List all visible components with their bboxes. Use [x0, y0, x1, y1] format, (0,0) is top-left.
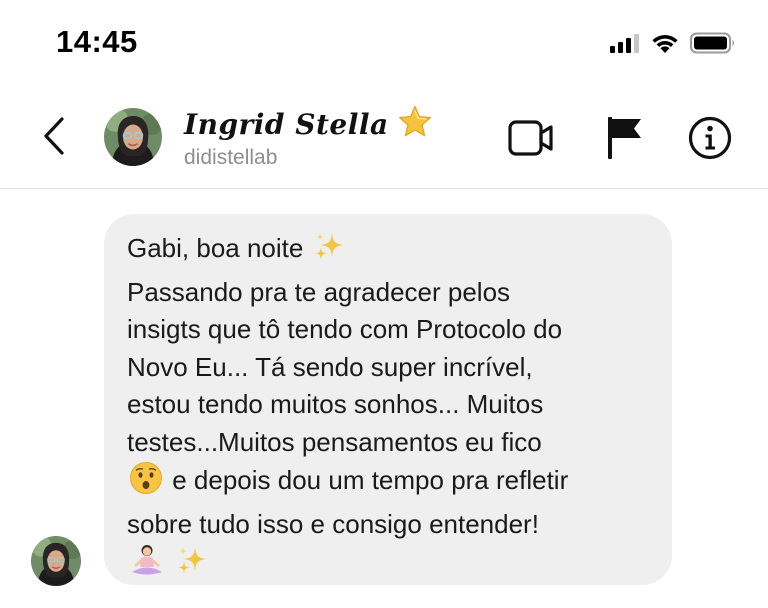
sender-avatar[interactable]	[31, 536, 81, 586]
info-icon	[688, 116, 732, 165]
back-button[interactable]	[34, 114, 74, 162]
message-line: insigts que tô tendo com Protocolo do	[127, 314, 563, 344]
chevron-left-icon	[42, 116, 66, 161]
person-in-lotus-position-emoji-icon	[129, 543, 165, 588]
report-button[interactable]	[600, 116, 648, 164]
message-line: e depois dou um tempo pra refletir	[172, 465, 569, 495]
video-call-button[interactable]	[507, 116, 555, 164]
contact-name: Ingrid Stella	[184, 107, 389, 141]
status-time: 14:45	[56, 24, 138, 59]
status-bar: 14:45	[0, 0, 768, 86]
contact-name-row: Ingrid Stella	[184, 104, 433, 144]
sparkles-emoji-icon	[313, 231, 347, 274]
wifi-icon	[650, 32, 680, 54]
message-text: Gabi, boa noite Passando pra te agradece…	[127, 230, 650, 588]
message-thread[interactable]: Gabi, boa noite Passando pra te agradece…	[0, 190, 768, 608]
message-line: Gabi, boa noite	[127, 233, 304, 263]
flag-icon	[604, 116, 644, 165]
message-line: sobre tudo isso e consigo entender!	[127, 508, 539, 539]
info-button[interactable]	[686, 116, 734, 164]
hushed-face-emoji-icon	[129, 461, 163, 506]
chat-header: Ingrid Stella didistellab	[0, 96, 768, 189]
message-line: Novo Eu... Tá sendo super incrível,	[127, 351, 533, 382]
dm-screen: 14:45 Ingrid Stella didistellab Gabi, bo…	[0, 0, 768, 608]
message-line: testes...Muitos pensamentos eu fico	[127, 426, 542, 457]
status-icons	[610, 28, 736, 58]
battery-icon	[690, 32, 736, 54]
message-line: Passando pra te agradecer pelos	[127, 276, 511, 307]
cellular-signal-icon	[610, 33, 640, 53]
video-camera-icon	[508, 119, 554, 162]
message-line: estou tendo muitos sonhos... Muitos	[127, 389, 544, 419]
star-emoji-icon	[397, 104, 433, 145]
sparkles-emoji-icon	[176, 545, 210, 588]
message-bubble[interactable]: Gabi, boa noite Passando pra te agradece…	[104, 214, 672, 585]
contact-avatar[interactable]	[104, 108, 162, 166]
contact-username: didistellab	[184, 146, 278, 169]
contact-info[interactable]: Ingrid Stella didistellab	[184, 104, 433, 170]
